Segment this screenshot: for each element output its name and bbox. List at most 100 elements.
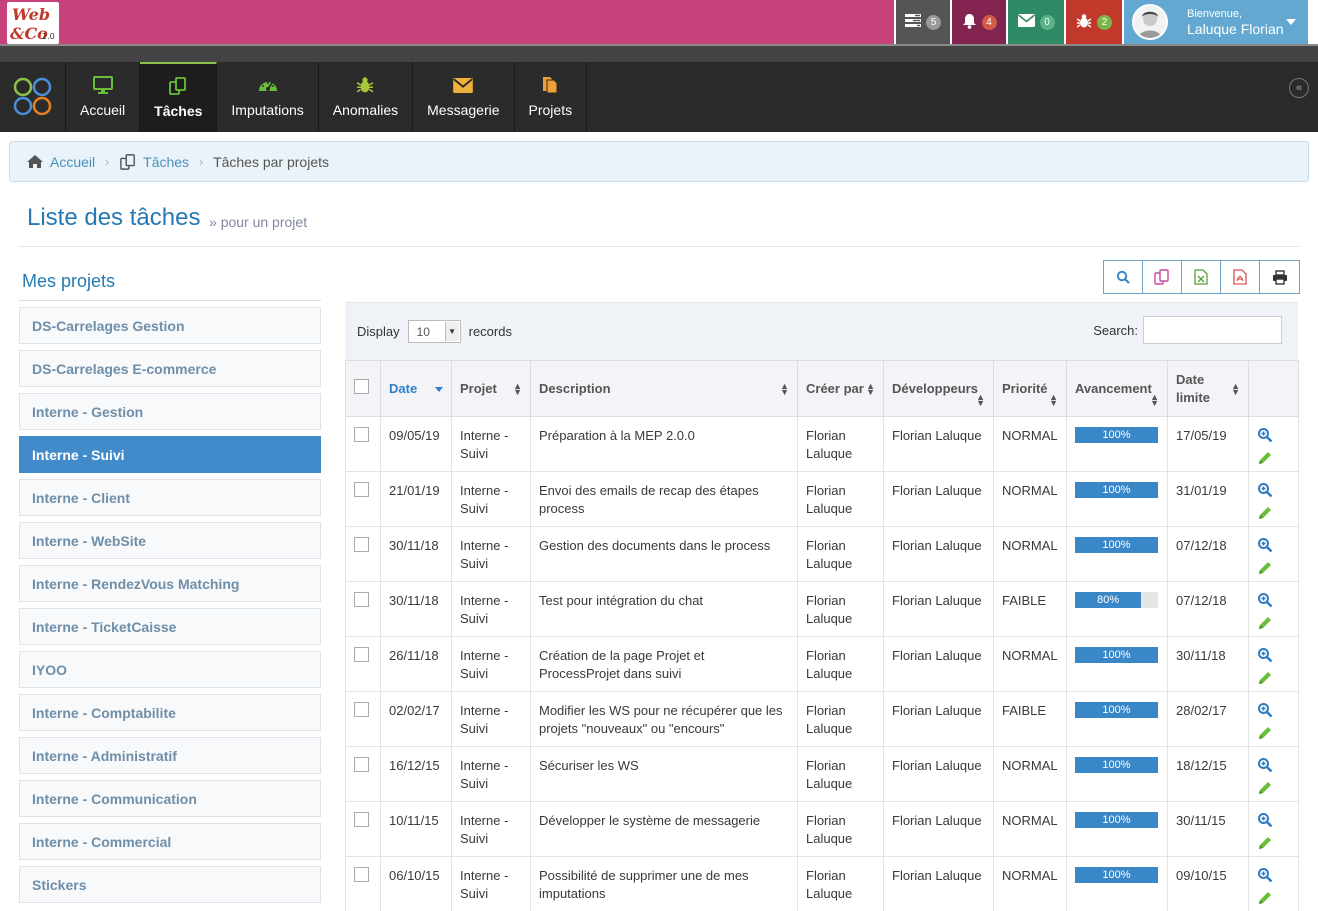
row-checkbox[interactable] [354, 647, 369, 662]
copy-button[interactable] [1143, 261, 1182, 293]
project-item[interactable]: Interne - Comptabilite [19, 694, 321, 731]
user-menu[interactable]: Bienvenue, Laluque Florian [1124, 0, 1308, 44]
nav-item-accueil[interactable]: Accueil [66, 62, 141, 132]
pencil-icon[interactable] [1257, 780, 1290, 801]
progress-bar: 100% [1075, 867, 1158, 883]
zoom-icon[interactable] [1257, 592, 1290, 613]
nav-item-messagerie[interactable]: Messagerie [413, 62, 515, 132]
table-row: 26/11/18 Interne - Suivi Création de la … [345, 636, 1299, 692]
pencil-icon[interactable] [1257, 615, 1290, 636]
chevron-down-icon: ▼ [444, 322, 459, 341]
bugs-button[interactable]: 2 [1066, 0, 1122, 44]
nav-item-imputations[interactable]: Imputations [217, 62, 319, 132]
cell-projet: Interne - Suivi [451, 801, 531, 857]
row-checkbox[interactable] [354, 537, 369, 552]
table-row: 21/01/19 Interne - Suivi Envoi des email… [345, 471, 1299, 527]
pencil-icon[interactable] [1257, 725, 1290, 746]
project-item[interactable]: DS-Carrelages Gestion [19, 307, 321, 344]
cell-date-limite: 07/12/18 [1167, 581, 1249, 637]
row-checkbox[interactable] [354, 592, 369, 607]
zoom-icon[interactable] [1257, 757, 1290, 778]
tasks-table-panel: Display 10 ▼ records Search: Date Projet… [345, 302, 1299, 911]
notifications-button[interactable]: 4 [952, 0, 1006, 44]
search-button[interactable] [1104, 261, 1143, 293]
pencil-icon[interactable] [1257, 890, 1290, 911]
progress-fill: 100% [1075, 427, 1158, 443]
nav-item-taches[interactable]: Tâches [140, 62, 218, 132]
messages-button[interactable]: 0 [1008, 0, 1064, 44]
cell-developpeurs: Florian Laluque [883, 581, 994, 637]
project-item[interactable]: Interne - TicketCaisse [19, 608, 321, 645]
project-item[interactable]: Interne - Commercial [19, 823, 321, 860]
row-checkbox[interactable] [354, 867, 369, 882]
page-subtitle: » pour un projet [209, 214, 308, 230]
cell-creer-par: Florian Laluque [797, 691, 884, 747]
nav-item-projets[interactable]: Projets [515, 62, 588, 132]
zoom-icon[interactable] [1257, 812, 1290, 833]
pencil-icon[interactable] [1257, 560, 1290, 581]
zoom-icon[interactable] [1257, 867, 1290, 888]
cell-projet: Interne - Suivi [451, 471, 531, 527]
row-checkbox[interactable] [354, 482, 369, 497]
breadcrumb-home-link[interactable]: Accueil [50, 154, 95, 170]
pencil-icon[interactable] [1257, 450, 1290, 471]
project-item[interactable]: Interne - WebSite [19, 522, 321, 559]
print-button[interactable] [1260, 261, 1299, 293]
row-checkbox[interactable] [354, 702, 369, 717]
project-item[interactable]: Interne - Gestion [19, 393, 321, 430]
cell-priorite: NORMAL [993, 416, 1067, 472]
column-header-priorite[interactable]: Priorité ▲ ▼ [993, 360, 1067, 417]
zoom-icon[interactable] [1257, 482, 1290, 503]
cell-description: Gestion des documents dans le process [530, 526, 798, 582]
column-header-date-limite[interactable]: Date limite ▲ ▼ [1167, 360, 1249, 417]
project-item[interactable]: IYOO [19, 651, 321, 688]
progress-bar: 100% [1075, 537, 1158, 553]
column-header-projet[interactable]: Projet ▲ ▼ [451, 360, 531, 417]
column-header-date[interactable]: Date [380, 360, 452, 417]
breadcrumb-tasks-link[interactable]: Tâches [143, 154, 189, 170]
cell-priorite: FAIBLE [993, 581, 1067, 637]
row-checkbox[interactable] [354, 427, 369, 442]
export-excel-button[interactable] [1182, 261, 1221, 293]
column-header-developpeurs[interactable]: Développeurs ▲ ▼ [883, 360, 994, 417]
column-header-description[interactable]: Description ▲ ▼ [530, 360, 798, 417]
zoom-icon[interactable] [1257, 647, 1290, 668]
pencil-icon[interactable] [1257, 670, 1290, 691]
project-item[interactable]: Interne - Client [19, 479, 321, 516]
nav-item-anomalies[interactable]: Anomalies [319, 62, 414, 132]
export-pdf-button[interactable] [1221, 261, 1260, 293]
column-header-creer-par[interactable]: Créer par ▲ ▼ [797, 360, 884, 417]
project-item[interactable]: Stickers [19, 866, 321, 903]
page-length-select[interactable]: 10 ▼ [407, 320, 461, 343]
row-checkbox[interactable] [354, 757, 369, 772]
progress-fill: 80% [1075, 592, 1142, 608]
sort-icon: ▲ ▼ [780, 380, 789, 397]
column-header-avancement[interactable]: Avancement ▲ ▼ [1066, 360, 1168, 417]
cell-date-limite: 30/11/18 [1167, 636, 1249, 692]
tasks-table: Date Projet ▲ ▼ Description ▲ ▼ Créer par ▲ ▼ … [345, 360, 1299, 911]
cell-description: Modifier les WS pour ne récupérer que le… [530, 691, 798, 747]
search-input[interactable] [1143, 316, 1282, 344]
tasks-dropdown-button[interactable]: 5 [896, 0, 950, 44]
zoom-icon[interactable] [1257, 537, 1290, 558]
apps-circles-icon[interactable] [0, 62, 66, 132]
pencil-icon[interactable] [1257, 835, 1290, 856]
cell-developpeurs: Florian Laluque [883, 416, 994, 472]
zoom-icon[interactable] [1257, 427, 1290, 448]
project-item-active[interactable]: Interne - Suivi [19, 436, 321, 473]
project-item[interactable]: Interne - RendezVous Matching [19, 565, 321, 602]
cell-date: 30/11/18 [380, 581, 452, 637]
bugs-count-badge: 2 [1097, 14, 1112, 30]
project-item[interactable]: DS-Carrelages E-commerce [19, 350, 321, 387]
row-checkbox[interactable] [354, 812, 369, 827]
cell-developpeurs: Florian Laluque [883, 746, 994, 802]
sort-icon: ▲ ▼ [866, 380, 875, 397]
zoom-icon[interactable] [1257, 702, 1290, 723]
project-item[interactable]: Interne - Communication [19, 780, 321, 817]
app-logo[interactable]: Web &Co 2.0 [7, 2, 59, 44]
sidebar-collapse-icon[interactable]: « [1289, 78, 1309, 98]
project-item[interactable]: Interne - Administratif [19, 737, 321, 774]
tasks-icon [168, 77, 188, 95]
select-all-checkbox[interactable] [354, 378, 369, 394]
pencil-icon[interactable] [1257, 505, 1290, 526]
